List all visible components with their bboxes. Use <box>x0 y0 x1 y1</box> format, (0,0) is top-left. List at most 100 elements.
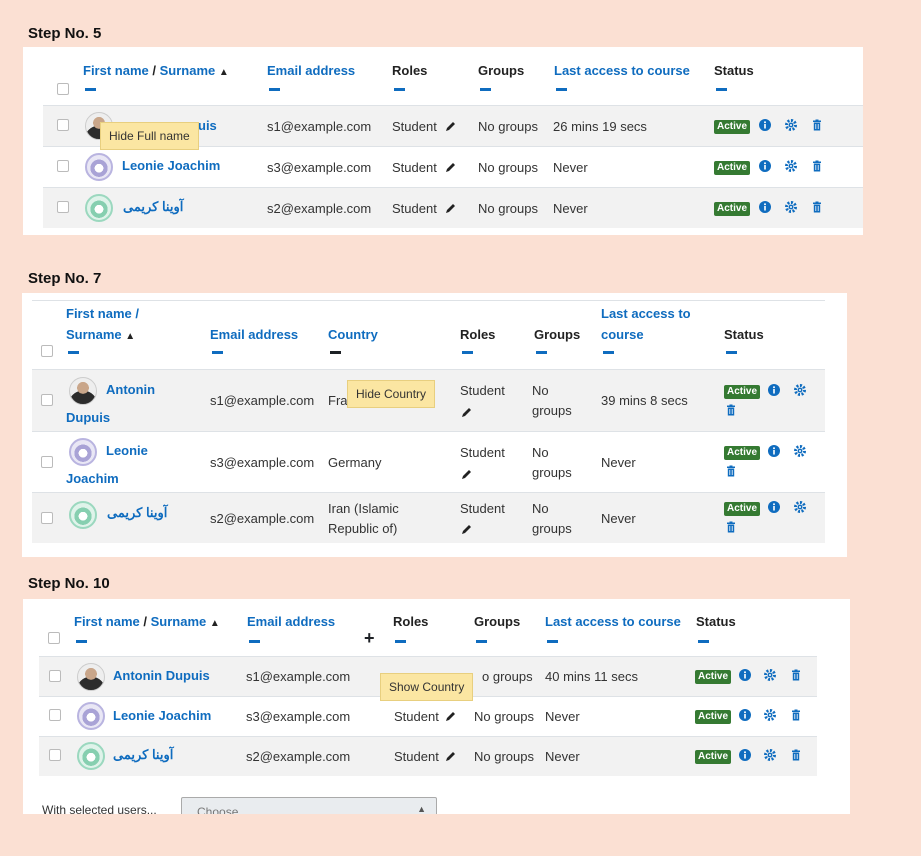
gear-icon[interactable] <box>764 709 776 721</box>
hide-fullname-icon[interactable] <box>68 351 79 354</box>
user-name-link[interactable]: Leonie Joachim <box>113 706 211 726</box>
trash-icon[interactable] <box>790 669 802 681</box>
pencil-icon[interactable] <box>445 750 457 762</box>
show-country-plus-icon[interactable]: + <box>364 628 375 648</box>
row-checkbox[interactable] <box>57 201 69 213</box>
hide-roles-icon[interactable] <box>394 88 405 91</box>
trash-icon[interactable] <box>811 160 823 172</box>
groups-cell-2: groups <box>532 465 572 480</box>
info-icon[interactable] <box>759 160 771 172</box>
user-name-link-2[interactable]: Joachim <box>66 469 119 489</box>
hide-last-access-icon[interactable] <box>547 640 558 643</box>
email-cell: s2@example.com <box>210 511 315 526</box>
header-last-access-1[interactable]: Last access to <box>601 304 691 324</box>
trash-icon[interactable] <box>811 119 823 131</box>
hide-last-access-icon[interactable] <box>556 88 567 91</box>
pencil-icon[interactable] <box>461 468 473 480</box>
info-icon[interactable] <box>739 669 751 681</box>
info-icon[interactable] <box>768 384 780 396</box>
row-checkbox[interactable] <box>49 670 61 682</box>
hide-email-icon[interactable] <box>249 640 260 643</box>
header-first-name[interactable]: First name <box>74 614 140 629</box>
user-name-link[interactable]: Antonin Dupuis <box>113 666 210 686</box>
row-checkbox[interactable] <box>41 512 53 524</box>
user-name-link-2[interactable]: Dupuis <box>66 408 110 428</box>
trash-icon[interactable] <box>790 709 802 721</box>
user-name-link[interactable]: آوینا کریمی <box>113 745 173 765</box>
pencil-icon[interactable] <box>461 406 473 418</box>
gear-icon[interactable] <box>785 201 797 213</box>
hide-status-icon[interactable] <box>698 640 709 643</box>
trash-icon[interactable] <box>725 465 737 477</box>
pencil-icon[interactable] <box>445 161 457 173</box>
hide-status-icon[interactable] <box>726 351 737 354</box>
header-first-name[interactable]: First name / <box>66 304 139 324</box>
header-surname[interactable]: Surname <box>151 614 207 629</box>
hide-fullname-icon[interactable] <box>85 88 96 91</box>
hide-last-access-icon[interactable] <box>603 351 614 354</box>
info-icon[interactable] <box>739 709 751 721</box>
select-all-checkbox[interactable] <box>48 632 60 644</box>
gear-icon[interactable] <box>764 669 776 681</box>
pencil-icon[interactable] <box>461 523 473 535</box>
user-name-link[interactable]: آوینا کریمی <box>123 197 183 217</box>
header-last-access[interactable]: Last access to course <box>545 612 681 632</box>
gear-icon[interactable] <box>794 384 806 396</box>
hide-fullname-icon[interactable] <box>76 640 87 643</box>
hide-groups-icon[interactable] <box>480 88 491 91</box>
header-last-access[interactable]: Last access to course <box>554 61 690 81</box>
pencil-icon[interactable] <box>445 120 457 132</box>
row-checkbox[interactable] <box>41 394 53 406</box>
gear-icon[interactable] <box>785 119 797 131</box>
gear-icon[interactable] <box>785 160 797 172</box>
info-icon[interactable] <box>759 201 771 213</box>
hide-roles-icon[interactable] <box>395 640 406 643</box>
row-checkbox[interactable] <box>57 119 69 131</box>
header-fullname[interactable]: First name / Surname ▲ <box>83 61 229 83</box>
info-icon[interactable] <box>768 501 780 513</box>
user-name-link[interactable]: Leonie Joachim <box>122 156 220 176</box>
row-checkbox[interactable] <box>57 160 69 172</box>
hide-country-icon[interactable] <box>330 351 341 354</box>
user-name-link[interactable]: Leonie <box>106 441 148 461</box>
trash-icon[interactable] <box>725 521 737 533</box>
status-badge: Active <box>714 161 751 175</box>
hide-email-icon[interactable] <box>212 351 223 354</box>
trash-icon[interactable] <box>725 404 737 416</box>
header-last-access-2[interactable]: course <box>601 325 644 345</box>
header-country[interactable]: Country <box>328 325 378 345</box>
gear-icon[interactable] <box>764 749 776 761</box>
gear-icon[interactable] <box>794 501 806 513</box>
header-fullname[interactable]: First name / Surname ▲ <box>74 612 220 634</box>
header-first-name[interactable]: First name <box>83 63 149 78</box>
info-icon[interactable] <box>739 749 751 761</box>
trash-icon[interactable] <box>811 201 823 213</box>
hide-email-icon[interactable] <box>269 88 280 91</box>
header-email[interactable]: Email address <box>247 612 335 632</box>
header-email[interactable]: Email address <box>267 61 355 81</box>
country-cell-1: Iran (Islamic <box>328 501 399 516</box>
pencil-icon[interactable] <box>445 710 457 722</box>
hide-groups-icon[interactable] <box>536 351 547 354</box>
header-email[interactable]: Email address <box>210 325 298 345</box>
user-name-link[interactable]: آوینا کریمی <box>107 503 167 523</box>
bulk-action-select[interactable]: Choose... ▲ <box>181 797 437 814</box>
select-all-checkbox[interactable] <box>57 83 69 95</box>
hide-status-icon[interactable] <box>716 88 727 91</box>
header-surname[interactable]: Surname <box>160 63 216 78</box>
info-icon[interactable] <box>759 119 771 131</box>
gear-icon[interactable] <box>794 445 806 457</box>
row-checkbox[interactable] <box>49 709 61 721</box>
trash-icon[interactable] <box>790 749 802 761</box>
hide-roles-icon[interactable] <box>462 351 473 354</box>
pencil-icon[interactable] <box>445 202 457 214</box>
user-name-link[interactable]: uis <box>198 116 217 136</box>
row-checkbox[interactable] <box>49 749 61 761</box>
user-name-link[interactable]: Antonin <box>106 380 155 400</box>
header-surname-wrap[interactable]: Surname ▲ <box>66 325 135 347</box>
info-icon[interactable] <box>768 445 780 457</box>
select-all-checkbox[interactable] <box>41 345 53 357</box>
row-checkbox[interactable] <box>41 456 53 468</box>
hide-groups-icon[interactable] <box>476 640 487 643</box>
header-surname[interactable]: Surname <box>66 327 122 342</box>
